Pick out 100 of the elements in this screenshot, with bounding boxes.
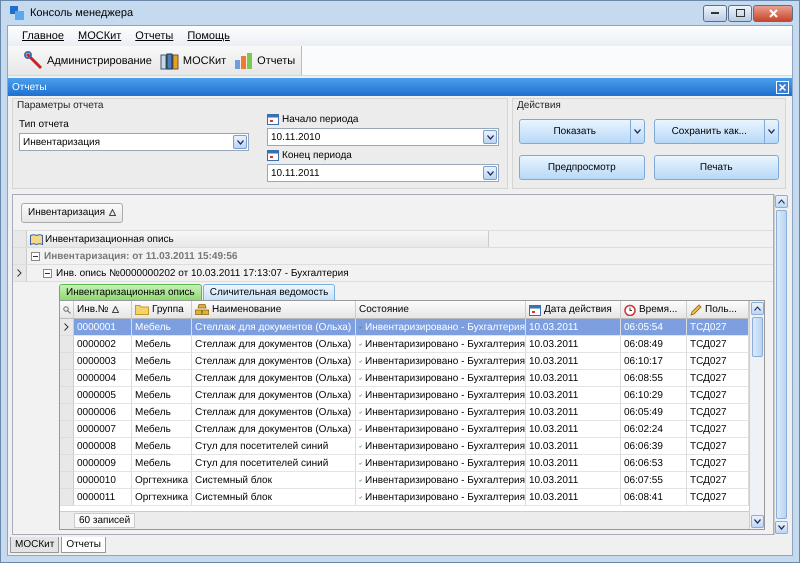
table-cell: 0000007 (74, 421, 132, 438)
table-cell: ТСД027 (687, 489, 749, 506)
group-legend: Параметры отчета (17, 100, 104, 111)
table-cell: 0000005 (74, 387, 132, 404)
panel-title: Отчеты (12, 82, 47, 92)
caret-icon (778, 525, 785, 530)
table-cell: Мебель (132, 421, 192, 438)
table-cell: Мебель (132, 455, 192, 472)
scrollbar[interactable] (749, 301, 764, 529)
table-cell: ТСД027 (687, 472, 749, 489)
table-cell: Стеллаж для документов (Ольха) (192, 353, 356, 370)
start-date-field[interactable]: 10.11.2010 (267, 128, 499, 146)
table-cell: 06:08:55 (621, 370, 687, 387)
table-cell: Инвентаризировано - Бухгалтерия (356, 438, 526, 455)
table-cell: Мебель (132, 353, 192, 370)
toolbar-button[interactable]: МОСКит (158, 50, 228, 72)
menu-item[interactable]: Главное (22, 30, 64, 42)
table-cell: Инвентаризировано - Бухгалтерия (356, 421, 526, 438)
group-by-chip[interactable]: Инвентаризация (21, 202, 124, 222)
table-cell: ТСД027 (687, 421, 749, 438)
close-button[interactable] (753, 4, 793, 22)
table-cell: 0000010 (74, 472, 132, 489)
calendar-icon (267, 113, 279, 125)
tab[interactable]: Сличительная ведомость (202, 284, 336, 300)
table-cell: Стеллаж для документов (Ольха) (192, 387, 356, 404)
collapse-toggle[interactable] (31, 252, 40, 260)
table-cell: 06:07:55 (621, 472, 687, 489)
menu-item[interactable]: Помощь (187, 30, 230, 42)
scroll-thumb[interactable] (776, 210, 787, 519)
tab[interactable]: Инвентаризационная опись (59, 284, 202, 300)
table-cell: Стул для посетителей синий (192, 455, 356, 472)
tab[interactable]: МОСКит (10, 537, 60, 553)
action-button[interactable]: Печать (654, 154, 779, 180)
column-header[interactable]: Состояние (356, 301, 526, 319)
table-cell: ТСД027 (687, 319, 749, 336)
maximize-button[interactable] (728, 4, 752, 22)
sort-icon (112, 306, 119, 313)
row-indicator (60, 421, 74, 438)
menu-item[interactable]: МОСКит (78, 30, 122, 42)
menu-item[interactable]: Отчеты (135, 30, 174, 42)
table-cell: 06:08:49 (621, 336, 687, 353)
table-cell: 10.03.2011 (526, 489, 621, 506)
caret-icon (754, 519, 760, 524)
table-cell: Стеллаж для документов (Ольха) (192, 336, 356, 353)
table-cell: ТСД027 (687, 455, 749, 472)
pencil-icon (690, 304, 702, 316)
minimize-button[interactable] (703, 4, 727, 22)
calendar-icon (267, 149, 279, 161)
column-header[interactable]: Наименование (192, 301, 356, 319)
app-logo-icon (9, 5, 25, 21)
table-cell: 10.03.2011 (526, 319, 621, 336)
table-cell: 0000008 (74, 438, 132, 455)
table-cell: Инвентаризировано - Бухгалтерия (356, 319, 526, 336)
table-cell: Инвентаризировано - Бухгалтерия (356, 489, 526, 506)
table-cell: Мебель (132, 404, 192, 421)
table-cell: Инвентаризировано - Бухгалтерия (356, 455, 526, 472)
table-cell: ТСД027 (687, 370, 749, 387)
caret-icon (634, 129, 640, 134)
caret-icon (486, 170, 494, 176)
column-header[interactable]: Инв.№ (74, 301, 132, 319)
table-cell: 06:02:24 (621, 421, 687, 438)
column-header[interactable]: Время... (621, 301, 687, 319)
tab[interactable]: Отчеты (61, 537, 106, 553)
table-cell: 0000003 (74, 353, 132, 370)
action-button[interactable]: Показать (519, 119, 644, 144)
group-legend: Действия (517, 100, 561, 111)
toolbar-button[interactable]: Отчеты (232, 50, 298, 72)
scroll-thumb[interactable] (752, 317, 762, 357)
table-cell: 0000002 (74, 336, 132, 353)
row-indicator (60, 455, 74, 472)
table-cell: 10.03.2011 (526, 370, 621, 387)
band-header: Инвентаризационная опись (45, 234, 174, 244)
table-cell: 0000006 (74, 404, 132, 421)
collapse-toggle[interactable] (43, 268, 52, 278)
table-cell: Мебель (132, 387, 192, 404)
column-header[interactable]: Дата действия (526, 301, 621, 319)
column-header[interactable]: Группа (132, 301, 192, 319)
table-cell: Системный блок (192, 489, 356, 506)
table-cell: 06:06:39 (621, 438, 687, 455)
binders-icon (160, 52, 180, 70)
field-label: Начало периода (282, 114, 358, 124)
calendar-icon (529, 304, 541, 316)
end-date-field[interactable]: 10.11.2011 (267, 164, 499, 182)
caret-icon (236, 140, 244, 144)
row-pointer-icon (17, 269, 22, 277)
row-indicator (60, 370, 74, 387)
table-cell: Инвентаризировано - Бухгалтерия (356, 387, 526, 404)
scrollbar[interactable] (774, 194, 788, 535)
table-cell: Оргтехника (132, 472, 192, 489)
row-indicator (60, 353, 74, 370)
row-indicator (60, 472, 74, 489)
table-cell: Мебель (132, 319, 192, 336)
action-button[interactable]: Предпросмотр (519, 154, 644, 180)
toolbar-button[interactable]: Администрирование (22, 48, 154, 72)
folder-icon (135, 304, 149, 315)
table-cell: 06:05:54 (621, 319, 687, 336)
report-type-dropdown[interactable]: Инвентаризация (19, 133, 249, 151)
column-header[interactable]: Поль... (687, 301, 749, 319)
action-button[interactable]: Сохранить как... (654, 119, 779, 144)
table-cell: ТСД027 (687, 438, 749, 455)
